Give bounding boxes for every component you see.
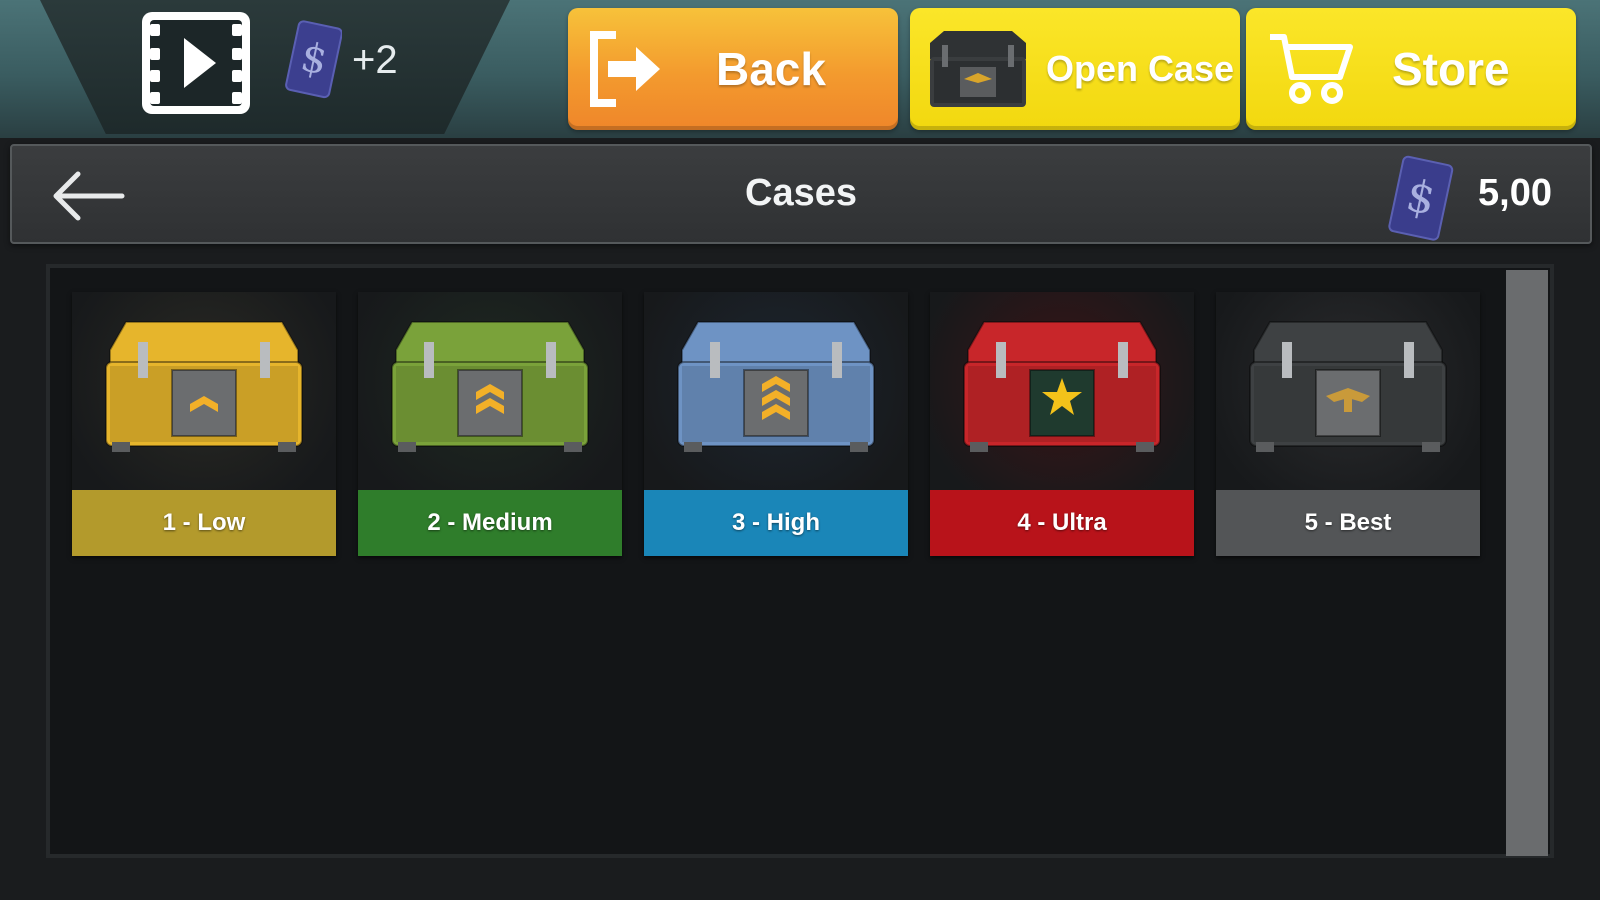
case-box-icon	[358, 292, 622, 490]
back-button[interactable]: Back	[568, 8, 898, 130]
case-card[interactable]: 5 - Best	[1216, 292, 1480, 556]
case-box-icon	[930, 292, 1194, 490]
case-card[interactable]: 3 - High	[644, 292, 908, 556]
store-button[interactable]: Store	[1246, 8, 1576, 130]
dollar-chip-icon: $	[1386, 152, 1454, 242]
top-bar: $ +2 Back Open Case Store	[0, 0, 1600, 138]
case-icon	[930, 31, 1026, 107]
open-case-button-label: Open Case	[1046, 48, 1235, 89]
scrollbar[interactable]	[1506, 270, 1548, 856]
back-button-label: Back	[716, 43, 826, 95]
case-label: 4 - Ultra	[930, 490, 1194, 556]
case-label: 5 - Best	[1216, 490, 1480, 556]
case-card[interactable]: 1 - Low	[72, 292, 336, 556]
balance-value: 5,00	[1478, 172, 1552, 214]
case-card[interactable]: 2 - Medium	[358, 292, 622, 556]
store-button-label: Store	[1392, 43, 1510, 95]
case-label: 1 - Low	[72, 490, 336, 556]
shopping-cart-icon	[1270, 34, 1353, 104]
film-play-icon	[142, 12, 250, 114]
reward-amount: +2	[352, 38, 398, 82]
case-box-icon	[72, 292, 336, 490]
case-box-icon	[644, 292, 908, 490]
page-title: Cases	[745, 172, 857, 214]
case-label: 2 - Medium	[358, 490, 622, 556]
case-box-icon	[1216, 292, 1480, 490]
watch-video-button[interactable]	[140, 10, 252, 116]
exit-arrow-icon	[590, 31, 660, 107]
dollar-chip-icon: $	[284, 18, 343, 100]
open-case-button[interactable]: Open Case	[910, 8, 1240, 130]
case-label: 3 - High	[644, 490, 908, 556]
reward-panel	[40, 0, 510, 134]
case-card[interactable]: 4 - Ultra	[930, 292, 1194, 556]
cases-header: Cases $ 5,00	[10, 144, 1592, 244]
